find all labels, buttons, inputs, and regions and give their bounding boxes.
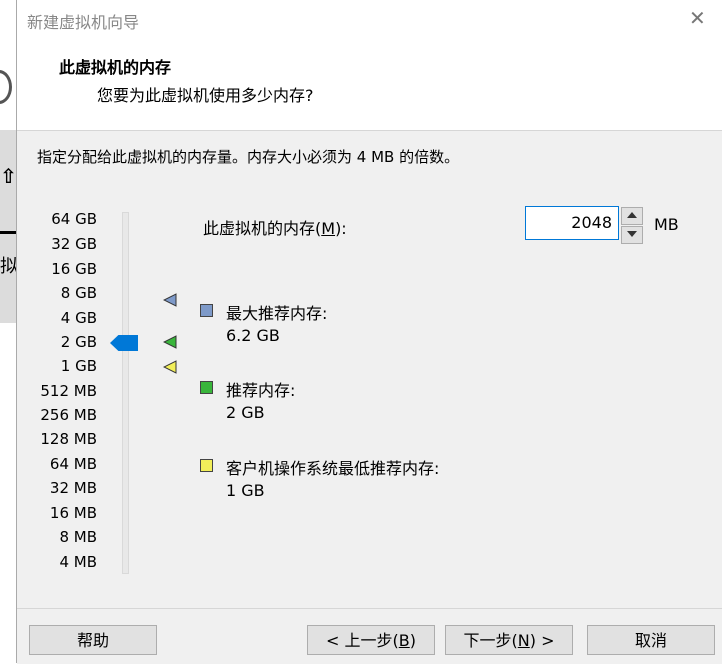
scale-label: 64 GB (51, 210, 97, 228)
window-title: 新建虚拟机向导 (27, 13, 140, 32)
help-button[interactable]: 帮助 (29, 625, 157, 655)
recommended-marker-icon (163, 335, 177, 349)
minimum-swatch (200, 459, 213, 472)
spin-up-icon[interactable] (621, 207, 643, 225)
scale-label: 64 MB (49, 455, 97, 473)
spin-down-icon[interactable] (621, 226, 643, 244)
scale-label: 32 MB (49, 479, 97, 497)
legend-value: 2 GB (226, 403, 265, 422)
cancel-button[interactable]: 取消 (587, 625, 715, 655)
title-bar: 新建虚拟机向导 ✕ (17, 0, 722, 40)
scale-label: 1 GB (60, 357, 97, 375)
scale-label: 8 MB (59, 528, 97, 546)
background-divider (0, 231, 16, 234)
scale-label: 256 MB (40, 406, 97, 424)
legend-value: 1 GB (226, 481, 265, 500)
new-vm-wizard-dialog: 新建虚拟机向导 ✕ 此虚拟机的内存 您要为此虚拟机使用多少内存? 指定分配给此虚… (16, 0, 722, 664)
max-recommended-marker-icon (163, 293, 177, 307)
wizard-header: 此虚拟机的内存 您要为此虚拟机使用多少内存? (17, 40, 722, 131)
scale-label: 8 GB (60, 284, 97, 302)
legend-value: 6.2 GB (226, 326, 280, 345)
close-icon[interactable]: ✕ (689, 6, 706, 30)
legend-label: 客户机操作系统最低推荐内存: (226, 459, 440, 478)
scale-label: 512 MB (40, 382, 97, 400)
minimum-marker-icon (163, 360, 177, 374)
recommended-swatch (200, 381, 213, 394)
up-arrow-icon: ⇧ (0, 164, 17, 188)
scale-label: 2 GB (60, 333, 97, 351)
memory-slider-track[interactable] (122, 212, 129, 574)
instruction-text: 指定分配给此虚拟机的内存量。内存大小必须为 4 MB 的倍数。 (37, 148, 460, 166)
background-app: ⇧ 拟 (0, 0, 18, 663)
page-title: 此虚拟机的内存 (59, 58, 172, 77)
background-panel (0, 130, 16, 323)
next-button[interactable]: 下一步(N) > (445, 625, 573, 655)
page-subtitle: 您要为此虚拟机使用多少内存? (97, 86, 314, 105)
memory-value: 2048 (571, 213, 612, 232)
legend-label: 最大推荐内存: (226, 304, 328, 323)
scale-label: 16 MB (49, 504, 97, 522)
memory-slider-thumb[interactable] (110, 335, 138, 351)
legend-label: 推荐内存: (226, 381, 296, 400)
button-bar: 帮助 < 上一步(B) 下一步(N) > 取消 (17, 608, 722, 664)
scale-label: 128 MB (40, 430, 97, 448)
back-button[interactable]: < 上一步(B) (307, 625, 435, 655)
max-recommended-swatch (200, 304, 213, 317)
scale-label: 32 GB (51, 235, 97, 253)
memory-unit: MB (654, 215, 679, 234)
background-logo (0, 70, 12, 104)
memory-input[interactable]: 2048 (525, 206, 619, 240)
memory-spinner[interactable] (621, 207, 643, 244)
scale-label: 16 GB (51, 260, 97, 278)
scale-label: 4 GB (60, 309, 97, 327)
scale-label: 4 MB (59, 553, 97, 571)
memory-label: 此虚拟机的内存(M): (203, 219, 347, 238)
